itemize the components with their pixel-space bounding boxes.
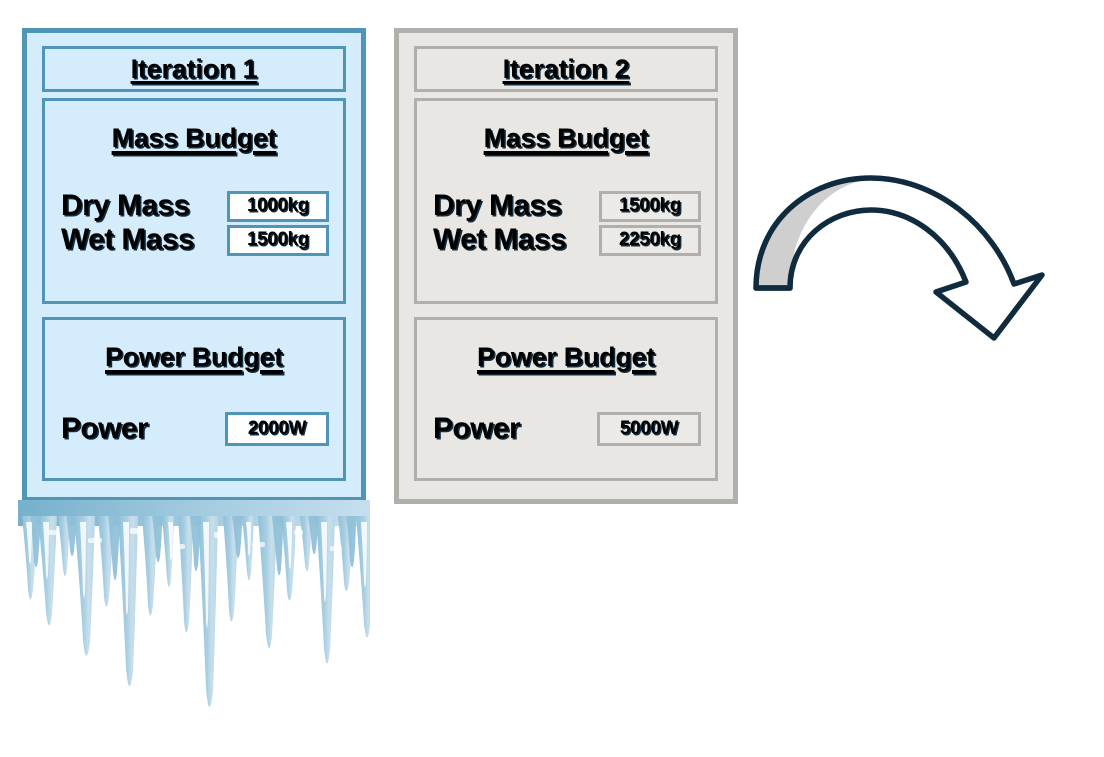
mass-budget-rows: Dry Mass 1500kg Wet Mass 2250kg xyxy=(417,189,715,257)
mass-budget-heading: Mass Budget xyxy=(111,123,277,153)
iteration-2-mass-budget-section: Mass Budget Dry Mass 1500kg Wet Mass 225… xyxy=(414,98,718,304)
table-row: Dry Mass 1000kg xyxy=(45,189,343,223)
table-row: Dry Mass 1500kg xyxy=(417,189,715,223)
power-label: Power xyxy=(433,412,521,445)
iteration-1-power-budget-section: Power Budget Power 2000W xyxy=(42,317,346,481)
diagram-canvas: Iteration 1 Mass Budget Dry Mass 1000kg … xyxy=(0,0,1104,757)
wet-mass-label: Wet Mass xyxy=(433,223,567,256)
curved-loop-arrow-icon xyxy=(750,170,1100,345)
power-label: Power xyxy=(61,412,149,445)
power-value: 2000W xyxy=(225,412,329,446)
power-budget-heading: Power Budget xyxy=(477,342,655,372)
iteration-1-title: Iteration 1 xyxy=(130,53,258,84)
wet-mass-value: 2250kg xyxy=(599,224,701,256)
iteration-2-panel: Iteration 2 Mass Budget Dry Mass 1500kg … xyxy=(394,28,738,504)
table-row: Wet Mass 1500kg xyxy=(45,223,343,257)
power-budget-rows: Power 5000W xyxy=(417,412,715,446)
table-row: Power 5000W xyxy=(417,412,715,446)
wet-mass-label: Wet Mass xyxy=(61,223,195,256)
dry-mass-label: Dry Mass xyxy=(433,189,562,222)
mass-budget-rows: Dry Mass 1000kg Wet Mass 1500kg xyxy=(45,189,343,257)
iteration-2-title: Iteration 2 xyxy=(502,53,630,84)
power-value: 5000W xyxy=(597,412,701,446)
iteration-1-mass-budget-section: Mass Budget Dry Mass 1000kg Wet Mass 150… xyxy=(42,98,346,304)
iteration-2-title-box: Iteration 2 xyxy=(414,46,718,92)
mass-budget-heading: Mass Budget xyxy=(483,123,649,153)
iteration-1-panel: Iteration 1 Mass Budget Dry Mass 1000kg … xyxy=(22,28,366,502)
iteration-1-title-box: Iteration 1 xyxy=(42,46,346,92)
table-row: Wet Mass 2250kg xyxy=(417,223,715,257)
table-row: Power 2000W xyxy=(45,412,343,446)
iteration-2-power-budget-section: Power Budget Power 5000W xyxy=(414,317,718,481)
dry-mass-value: 1500kg xyxy=(599,190,701,222)
icicles-icon xyxy=(18,500,374,732)
dry-mass-label: Dry Mass xyxy=(61,189,190,222)
wet-mass-value: 1500kg xyxy=(227,224,329,256)
power-budget-rows: Power 2000W xyxy=(45,412,343,446)
dry-mass-value: 1000kg xyxy=(227,190,329,222)
power-budget-heading: Power Budget xyxy=(105,342,283,372)
